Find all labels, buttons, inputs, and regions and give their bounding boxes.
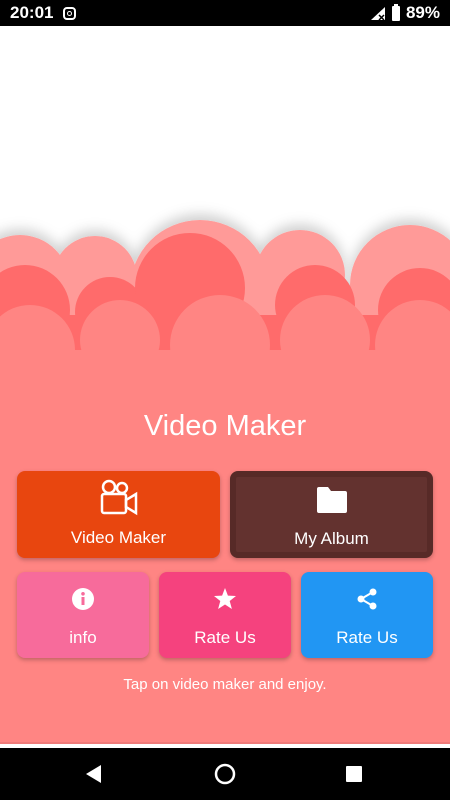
battery-level: 89% — [405, 3, 440, 22]
my-album-label: My Album — [294, 529, 369, 548]
divider — [0, 742, 450, 744]
info-label: info — [69, 628, 97, 647]
star-icon — [214, 588, 236, 609]
share-button[interactable]: Rate Us — [301, 572, 433, 658]
video-camera-icon — [100, 479, 137, 516]
video-maker-button[interactable]: Video Maker — [17, 471, 220, 558]
rate-us-button[interactable]: Rate Us — [159, 572, 291, 658]
share-icon — [357, 588, 377, 610]
cloud-decoration — [0, 220, 450, 360]
my-album-button[interactable]: My Album — [230, 471, 433, 558]
info-button[interactable]: info — [17, 572, 149, 658]
battery-icon — [391, 3, 400, 21]
share-label: Rate Us — [336, 628, 398, 647]
recents-icon[interactable] — [346, 766, 362, 782]
back-icon[interactable] — [85, 764, 103, 784]
home-icon[interactable] — [214, 763, 236, 785]
rate-us-label: Rate Us — [194, 628, 256, 647]
folder-icon — [316, 487, 347, 513]
video-maker-label: Video Maker — [70, 528, 167, 547]
navigation-bar — [0, 748, 450, 800]
tagline: Tap on video maker and enjoy. — [123, 676, 327, 693]
info-icon — [72, 588, 94, 610]
status-time: 20:01 — [10, 3, 54, 22]
instagram-icon — [63, 6, 77, 20]
app-title: Video Maker — [143, 410, 307, 442]
signal-icon — [370, 6, 385, 21]
status-bar: 20:01 89% — [0, 0, 450, 26]
